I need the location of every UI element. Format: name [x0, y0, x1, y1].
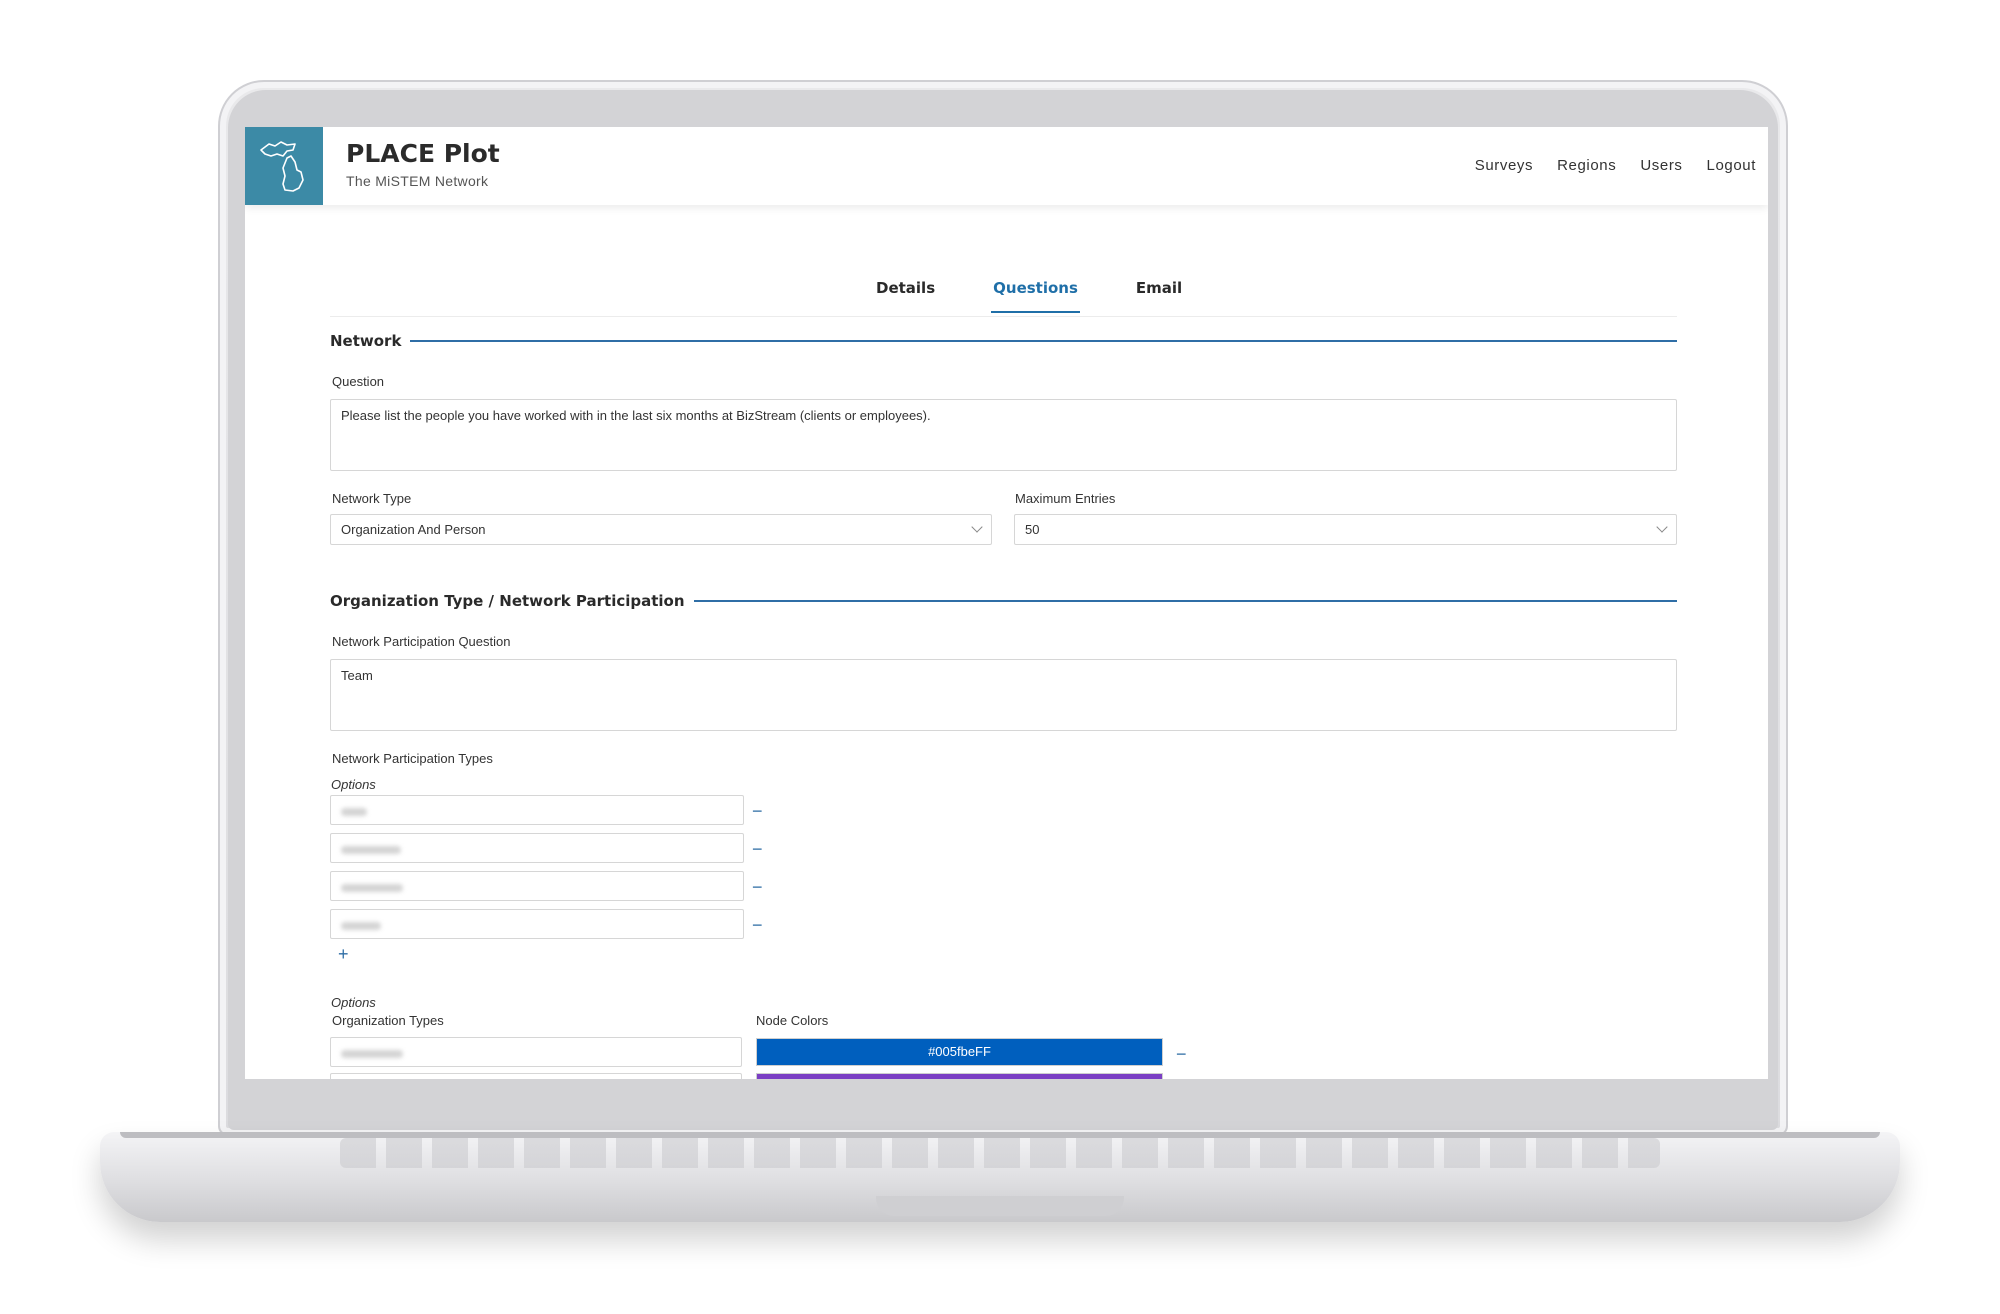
nav-users[interactable]: Users: [1640, 157, 1682, 174]
remove-option-icon[interactable]: −: [752, 878, 763, 896]
question-label: Question: [332, 374, 385, 389]
laptop-notch: [876, 1196, 1124, 1216]
question-textarea[interactable]: Please list the people you have worked w…: [330, 399, 1677, 471]
tab-questions[interactable]: Questions: [991, 275, 1080, 313]
node-colors-label: Node Colors: [756, 1013, 829, 1028]
nav-surveys[interactable]: Surveys: [1475, 157, 1533, 174]
participation-types-label: Network Participation Types: [332, 751, 493, 766]
app-header: PLACE Plot The MiSTEM Network Surveys Re…: [245, 127, 1768, 205]
section-divider: [693, 600, 1677, 602]
options-label: Options: [331, 777, 376, 792]
laptop-keyboard: [340, 1138, 1660, 1168]
app-title: PLACE Plot: [346, 139, 500, 168]
remove-option-icon[interactable]: −: [752, 916, 763, 934]
network-type-value: Organization And Person: [341, 522, 486, 537]
add-option-icon[interactable]: +: [338, 944, 349, 965]
participation-question-label: Network Participation Question: [332, 634, 511, 649]
node-color-picker[interactable]: [756, 1073, 1163, 1079]
screen: PLACE Plot The MiSTEM Network Surveys Re…: [245, 127, 1768, 1079]
chevron-down-icon: [1656, 521, 1668, 533]
remove-option-icon[interactable]: −: [752, 802, 763, 820]
tab-bar: Details Questions Email: [330, 275, 1677, 317]
tab-details[interactable]: Details: [874, 275, 937, 313]
max-entries-value: 50: [1025, 522, 1040, 537]
remove-option-icon[interactable]: −: [1176, 1045, 1187, 1063]
remove-option-icon[interactable]: −: [752, 840, 763, 858]
participation-option-input[interactable]: [330, 871, 744, 901]
app-subtitle: The MiSTEM Network: [346, 173, 489, 189]
node-color-picker[interactable]: #005fbeFF: [756, 1038, 1163, 1066]
max-entries-select[interactable]: 50: [1014, 514, 1677, 545]
top-nav: Surveys Regions Users Logout: [1475, 157, 1756, 174]
participation-section-title: Organization Type / Network Participatio…: [330, 592, 685, 610]
org-type-input[interactable]: [330, 1037, 742, 1067]
participation-section-header: Organization Type / Network Participatio…: [330, 592, 1677, 610]
network-section-header: Network: [330, 332, 1677, 350]
network-section-title: Network: [330, 332, 402, 350]
participation-question-textarea[interactable]: Team: [330, 659, 1677, 731]
chevron-down-icon: [971, 521, 983, 533]
participation-option-input[interactable]: [330, 795, 744, 825]
max-entries-label: Maximum Entries: [1015, 491, 1116, 506]
network-type-label: Network Type: [332, 491, 412, 506]
section-divider: [410, 340, 1677, 342]
org-type-input[interactable]: [330, 1073, 742, 1079]
nav-logout[interactable]: Logout: [1707, 157, 1756, 174]
participation-option-input[interactable]: [330, 833, 744, 863]
org-types-label: Organization Types: [332, 1013, 444, 1028]
participation-option-input[interactable]: [330, 909, 744, 939]
network-type-select[interactable]: Organization And Person: [330, 514, 992, 545]
org-options-label: Options: [331, 995, 376, 1010]
michigan-logo-icon[interactable]: [245, 127, 323, 205]
nav-regions[interactable]: Regions: [1557, 157, 1616, 174]
tab-email[interactable]: Email: [1134, 275, 1184, 313]
